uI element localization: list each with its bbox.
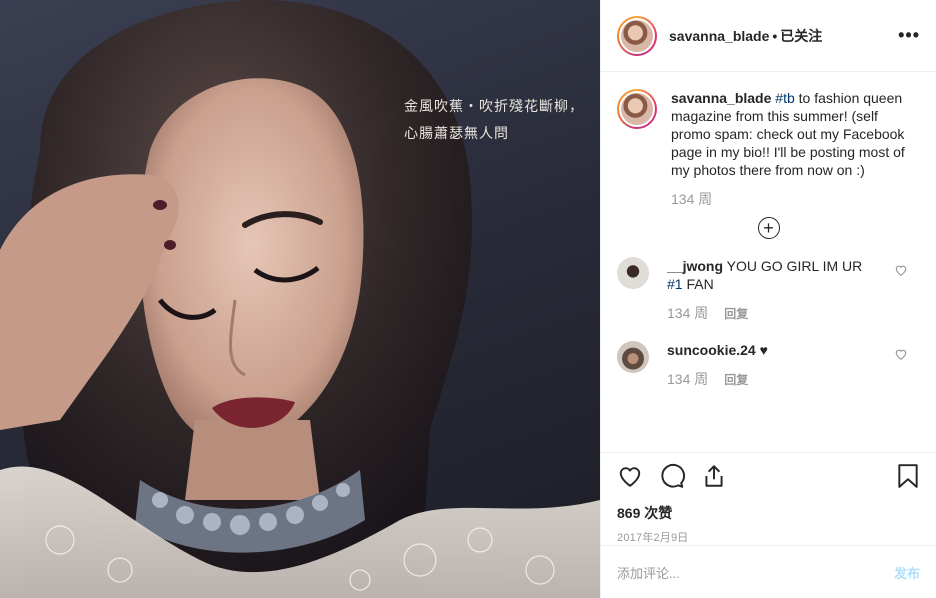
post-actions: 869 次赞 2017年2月9日 xyxy=(601,452,936,545)
author-avatar[interactable] xyxy=(617,15,657,56)
caption-meta: 134 周 xyxy=(671,189,911,209)
like-comment-heart-icon[interactable] xyxy=(894,263,908,277)
follow-status-button[interactable]: 已关注 xyxy=(780,26,822,46)
reply-button[interactable]: 回复 xyxy=(724,371,748,388)
caption-time[interactable]: 134 周 xyxy=(671,189,712,209)
post-header: savanna_blade • 已关注 ••• xyxy=(601,0,936,72)
caption: savanna_blade #tb to fashion queen magaz… xyxy=(617,89,920,209)
comments-area: savanna_blade #tb to fashion queen magaz… xyxy=(601,73,936,451)
author-username[interactable]: savanna_blade xyxy=(669,28,769,44)
like-heart-icon[interactable] xyxy=(617,463,643,489)
plus-circle-icon: + xyxy=(757,217,780,239)
action-icons xyxy=(617,463,920,489)
comment-avatar[interactable] xyxy=(617,257,649,289)
comment-time[interactable]: 134 周 xyxy=(667,303,708,323)
comment-time[interactable]: 134 周 xyxy=(667,369,708,389)
share-icon[interactable] xyxy=(701,463,727,489)
header-separator: • xyxy=(772,27,778,44)
add-comment-bar: 添加评论... 发布 xyxy=(601,545,936,598)
comment-meta: 134 周 回复 xyxy=(667,369,877,389)
like-comment-heart-icon[interactable] xyxy=(894,347,908,361)
comment-hashtag[interactable]: #1 xyxy=(667,276,683,292)
post-photo[interactable]: 金風吹蕉・吹折殘花斷柳， 心腸蕭瑟無人問 xyxy=(0,0,600,598)
comment-meta: 134 周 回复 xyxy=(667,303,877,323)
caption-text: savanna_blade #tb to fashion queen magaz… xyxy=(671,89,911,179)
overlay-text-line1: 金風吹蕉・吹折殘花斷柳， xyxy=(404,99,584,115)
instagram-post: 金風吹蕉・吹折殘花斷柳， 心腸蕭瑟無人問 savanna_blade • 已关注… xyxy=(0,0,936,598)
comment-avatar[interactable] xyxy=(617,341,649,373)
portrait-illustration xyxy=(0,0,600,598)
comment-body: YOU GO GIRL IM UR xyxy=(723,258,863,274)
reply-button[interactable]: 回复 xyxy=(724,305,748,322)
post-date[interactable]: 2017年2月9日 xyxy=(617,529,920,545)
overlay-text-line2: 心腸蕭瑟無人問 xyxy=(404,126,509,142)
comment-text: __jwong YOU GO GIRL IM UR #1 FAN xyxy=(667,257,877,293)
caption-avatar[interactable] xyxy=(617,89,657,129)
comment-bubble-icon[interactable] xyxy=(659,463,685,489)
comment-body-end: FAN xyxy=(682,276,714,292)
caption-hashtag[interactable]: #tb xyxy=(775,90,794,106)
comment-text: suncookie.24 ♥ xyxy=(667,341,877,359)
caption-username[interactable]: savanna_blade xyxy=(671,90,771,106)
comment-input[interactable]: 添加评论... xyxy=(617,563,894,582)
comment-item: suncookie.24 ♥ 134 周 回复 xyxy=(617,341,920,389)
load-more-comments-button[interactable]: + xyxy=(617,217,920,239)
more-icon[interactable]: ••• xyxy=(898,25,920,46)
comment-item: __jwong YOU GO GIRL IM UR #1 FAN 134 周 回… xyxy=(617,257,920,323)
photo-overlay-text: 金風吹蕉・吹折殘花斷柳， 心腸蕭瑟無人問 xyxy=(404,94,594,148)
comment-username[interactable]: __jwong xyxy=(667,258,723,274)
comment-body: ♥ xyxy=(755,342,768,358)
like-count[interactable]: 869 次赞 xyxy=(617,503,920,523)
comment-username[interactable]: suncookie.24 xyxy=(667,342,756,358)
post-comment-button[interactable]: 发布 xyxy=(894,563,920,582)
bookmark-icon[interactable] xyxy=(896,463,920,489)
post-side-panel: savanna_blade • 已关注 ••• savanna_blade #t… xyxy=(600,0,936,598)
